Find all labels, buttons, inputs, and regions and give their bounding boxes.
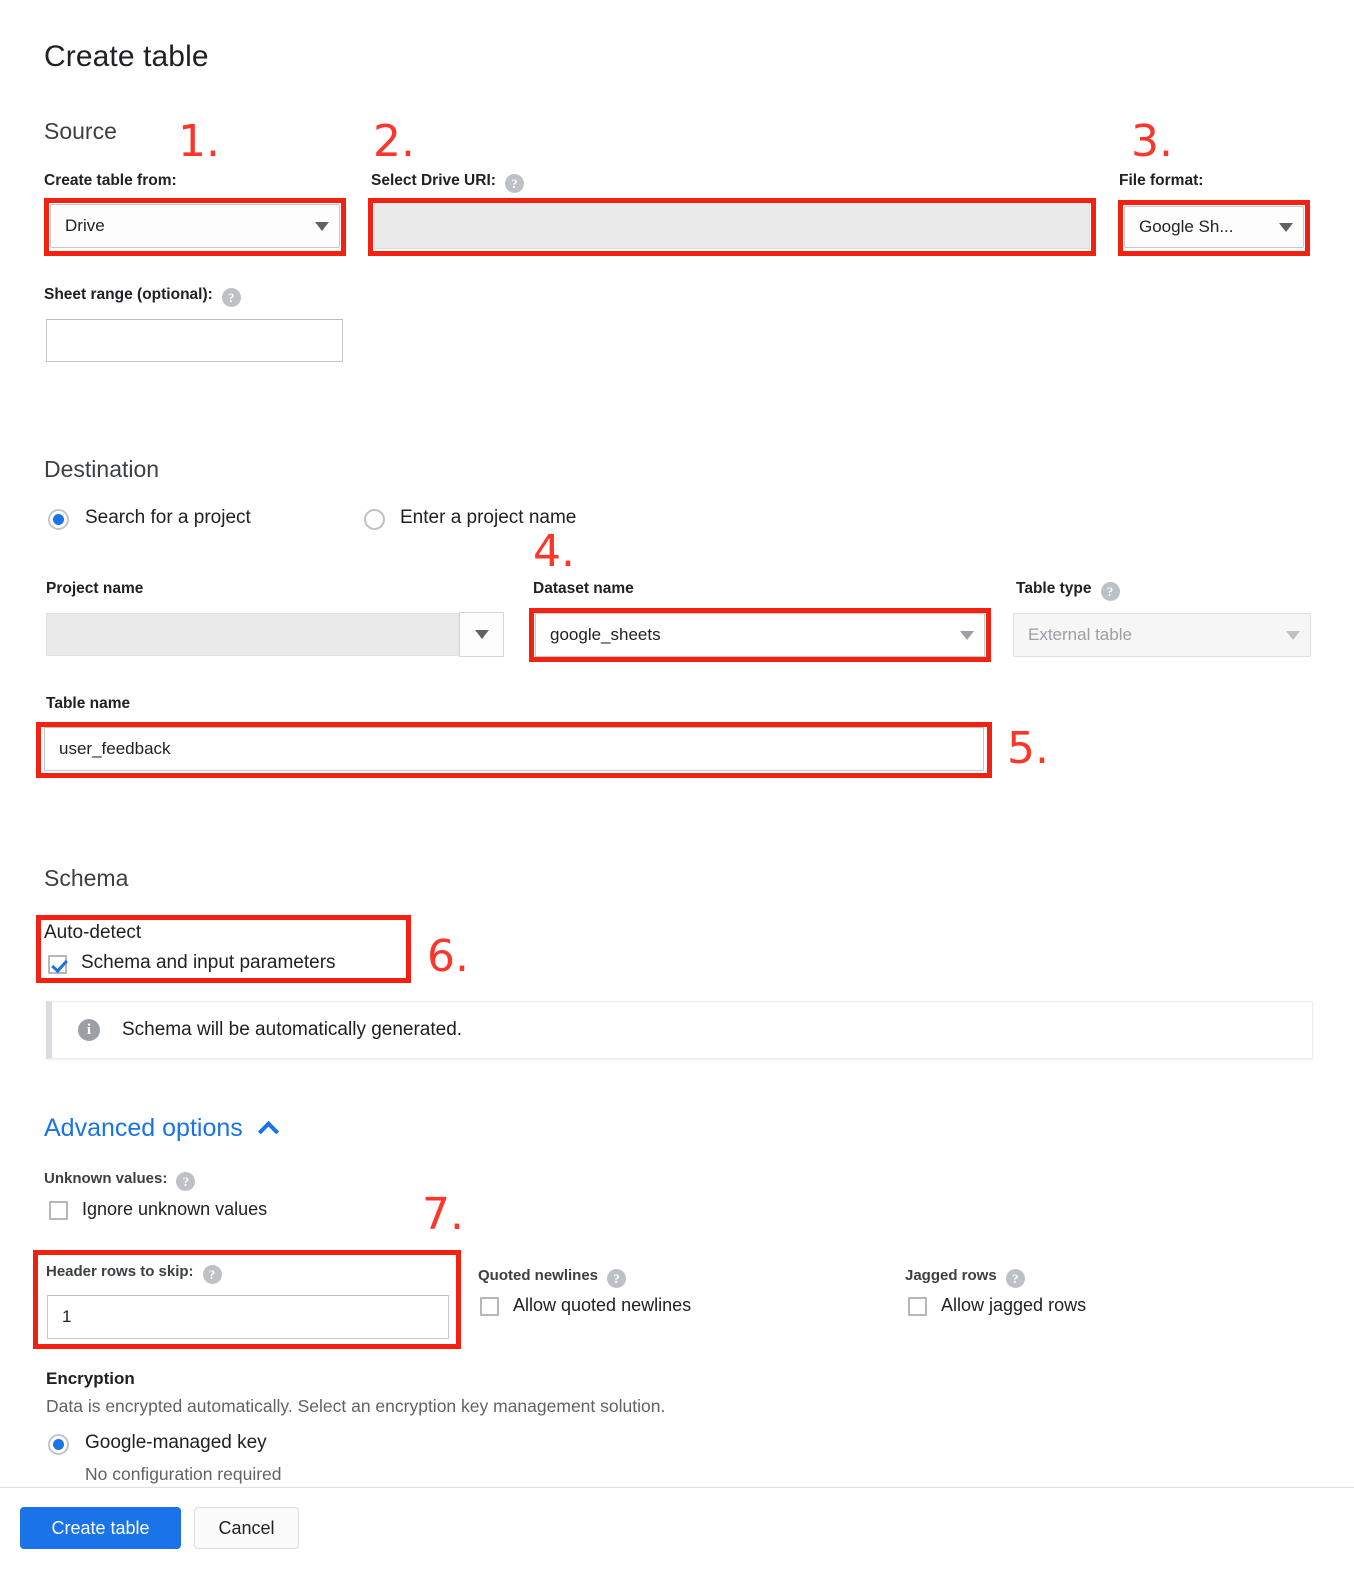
source-section-heading: Source xyxy=(44,118,117,144)
chevron-down-icon xyxy=(1279,222,1293,232)
advanced-options-label: Advanced options xyxy=(44,1114,243,1142)
radio-enter-project-name[interactable] xyxy=(364,509,385,530)
allow-quoted-newlines-checkbox[interactable] xyxy=(480,1297,499,1316)
header-rows-label-text: Header rows to skip: xyxy=(46,1263,194,1280)
advanced-options-toggle[interactable]: Advanced options xyxy=(44,1114,279,1143)
drive-uri-label-text: Select Drive URI: xyxy=(371,172,496,189)
cancel-button[interactable]: Cancel xyxy=(194,1507,299,1549)
info-icon: i xyxy=(78,1019,100,1041)
dataset-name-select[interactable]: google_sheets xyxy=(535,613,985,657)
table-type-value: External table xyxy=(1028,625,1132,644)
file-format-value: Google Sh... xyxy=(1139,217,1234,236)
allow-jagged-rows-checkbox[interactable] xyxy=(908,1297,927,1316)
unknown-values-label: Unknown values:? xyxy=(44,1170,196,1191)
help-icon[interactable]: ? xyxy=(607,1269,627,1288)
annotation-number-7: 7. xyxy=(422,1189,464,1240)
table-type-select: External table xyxy=(1013,613,1311,657)
page-title: Create table xyxy=(44,40,209,73)
sheet-range-input[interactable] xyxy=(46,319,343,362)
quoted-newlines-label: Quoted newlines? xyxy=(478,1267,627,1288)
auto-detect-checkbox[interactable] xyxy=(48,955,67,974)
jagged-rows-label: Jagged rows? xyxy=(905,1267,1025,1288)
file-format-select[interactable]: Google Sh... xyxy=(1124,206,1304,248)
header-rows-label: Header rows to skip:? xyxy=(46,1263,222,1284)
radio-google-managed-key-label: Google-managed key xyxy=(85,1432,267,1453)
create-table-from-label: Create table from: xyxy=(44,172,177,189)
table-type-label-text: Table type xyxy=(1016,580,1092,597)
chevron-down-icon xyxy=(960,630,974,640)
help-icon[interactable]: ? xyxy=(202,1265,222,1284)
sheet-range-label-text: Sheet range (optional): xyxy=(44,286,213,303)
unknown-values-label-text: Unknown values: xyxy=(44,1170,168,1187)
jagged-rows-label-text: Jagged rows xyxy=(905,1267,997,1284)
chevron-down-icon xyxy=(1286,630,1300,640)
file-format-label: File format: xyxy=(1119,172,1204,189)
help-icon[interactable]: ? xyxy=(504,174,524,193)
help-icon[interactable]: ? xyxy=(176,1172,196,1191)
drive-uri-label: Select Drive URI:? xyxy=(371,172,524,193)
annotation-number-5: 5. xyxy=(1007,723,1049,774)
auto-detect-label: Auto-detect xyxy=(44,922,142,943)
create-table-button[interactable]: Create table xyxy=(20,1507,181,1549)
create-table-from-value: Drive xyxy=(65,216,105,235)
project-name-dropdown-button[interactable] xyxy=(459,612,504,657)
project-name-input[interactable] xyxy=(46,613,459,656)
schema-info-banner: i Schema will be automatically generated… xyxy=(46,1001,1313,1059)
help-icon[interactable]: ? xyxy=(221,288,241,307)
table-type-label: Table type? xyxy=(1016,580,1120,601)
footer-divider xyxy=(0,1487,1354,1488)
help-icon[interactable]: ? xyxy=(1100,582,1120,601)
ignore-unknown-values-label: Ignore unknown values xyxy=(82,1199,268,1219)
radio-search-for-project-label: Search for a project xyxy=(85,507,251,528)
dataset-name-label: Dataset name xyxy=(533,580,634,597)
header-rows-input[interactable]: 1 xyxy=(47,1295,449,1339)
annotation-number-2: 2. xyxy=(373,116,415,167)
auto-detect-checkbox-label: Schema and input parameters xyxy=(81,952,336,973)
table-name-label: Table name xyxy=(46,695,131,712)
radio-search-for-project[interactable] xyxy=(48,509,69,530)
help-icon[interactable]: ? xyxy=(1005,1269,1025,1288)
sheet-range-label: Sheet range (optional):? xyxy=(44,286,241,307)
allow-quoted-newlines-label: Allow quoted newlines xyxy=(513,1295,692,1315)
destination-section-heading: Destination xyxy=(44,456,160,482)
project-name-label: Project name xyxy=(46,580,144,597)
annotation-number-4: 4. xyxy=(533,526,575,577)
encryption-heading: Encryption xyxy=(46,1369,135,1388)
quoted-newlines-label-text: Quoted newlines xyxy=(478,1267,599,1284)
allow-jagged-rows-label: Allow jagged rows xyxy=(941,1295,1087,1315)
table-name-input[interactable]: user_feedback xyxy=(44,727,984,771)
chevron-up-icon xyxy=(257,1120,279,1143)
radio-google-managed-key[interactable] xyxy=(48,1434,69,1455)
ignore-unknown-values-checkbox[interactable] xyxy=(49,1201,68,1220)
encryption-option-sub: No configuration required xyxy=(85,1464,282,1484)
chevron-down-icon xyxy=(474,630,489,639)
create-table-from-select[interactable]: Drive xyxy=(50,204,340,248)
dataset-name-value: google_sheets xyxy=(550,625,661,644)
schema-info-text: Schema will be automatically generated. xyxy=(122,1019,463,1040)
annotation-number-1: 1. xyxy=(178,116,220,167)
schema-section-heading: Schema xyxy=(44,865,129,891)
drive-uri-input[interactable] xyxy=(374,201,1090,249)
annotation-number-3: 3. xyxy=(1131,116,1173,167)
annotation-number-6: 6. xyxy=(427,931,469,982)
chevron-down-icon xyxy=(315,221,329,231)
encryption-description: Data is encrypted automatically. Select … xyxy=(46,1396,666,1416)
